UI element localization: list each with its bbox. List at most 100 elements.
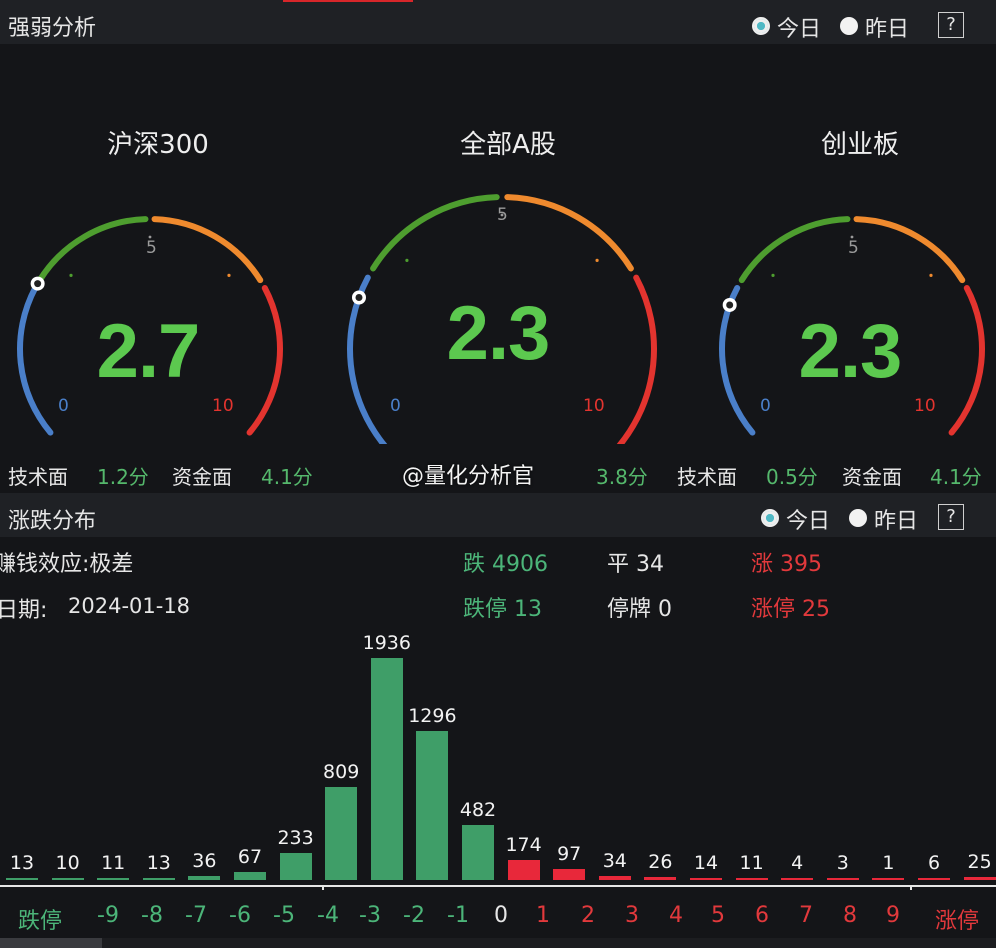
dist-help-icon[interactable]: ?	[938, 504, 964, 530]
x-axis-label: -2	[403, 903, 425, 928]
strength-title: 强弱分析	[8, 16, 97, 41]
bar-value-label: 1936	[362, 632, 411, 654]
tick-dot	[595, 258, 599, 262]
yesterday-radio[interactable]	[840, 17, 858, 35]
chart-bar	[416, 731, 449, 880]
today-label[interactable]: 今日	[777, 11, 821, 43]
dist-today-radio[interactable]	[761, 509, 779, 527]
tick-dot	[771, 273, 775, 277]
gauge-arc-green	[36, 216, 149, 284]
dist-yesterday-label[interactable]: 昨日	[874, 503, 918, 535]
chart-bar	[97, 878, 130, 880]
scrollbar-thumb[interactable]	[0, 938, 102, 948]
chart-bar	[690, 878, 722, 880]
chart-bar	[781, 878, 814, 880]
gauge-title-chinext: 创业板	[820, 130, 899, 160]
gauge-arc-red	[246, 284, 283, 436]
chart-bar	[644, 877, 677, 880]
dist-today-label[interactable]: 今日	[786, 503, 830, 535]
gauge-arc-orange	[151, 216, 264, 284]
x-axis-label: 1	[536, 903, 550, 928]
gauge-max-chinext: 10	[914, 396, 936, 416]
chart-bar	[872, 878, 905, 880]
tick-dot	[405, 258, 409, 262]
chart-bar	[279, 853, 312, 880]
gauge-min-hs300: 0	[58, 396, 69, 416]
chart-bar	[826, 878, 859, 880]
chart-bar	[234, 872, 266, 880]
gauge-arc-green	[370, 194, 500, 272]
help-icon[interactable]: ?	[938, 12, 964, 38]
gauge-arc-green	[738, 216, 851, 284]
horizontal-scrollbar[interactable]	[0, 938, 996, 948]
tech-score-hs300: 1.2分	[97, 465, 149, 489]
gauge-max-hs300: 10	[212, 396, 234, 416]
chart-bar	[598, 876, 631, 880]
gauge-arc-blue	[17, 284, 54, 436]
x-axis-label: 2	[581, 903, 595, 928]
chart-baseline	[0, 885, 996, 887]
x-axis-label: 5	[711, 903, 725, 928]
gauge-max-all-a: 10	[583, 396, 605, 416]
bar-value-label: 1296	[408, 705, 457, 728]
chart-bar	[918, 878, 950, 880]
up-count: 涨 395	[751, 552, 822, 577]
axis-tick	[322, 885, 324, 890]
gauge-min-chinext: 0	[760, 396, 771, 416]
bar-value-label: 482	[459, 798, 497, 821]
gauge-value-hs300: 2.7	[96, 309, 201, 394]
x-axis-label: -3	[359, 903, 381, 928]
date-value: 2024-01-18	[68, 594, 191, 618]
chart-bar	[553, 868, 586, 880]
gauge-arc-red	[948, 284, 985, 436]
x-axis-label: -5	[273, 903, 295, 928]
tick-dot	[69, 273, 73, 277]
fund-score-hs300: 4.1分	[261, 465, 313, 489]
suspended-count: 停牌 0	[607, 597, 672, 622]
x-axis-label: -6	[229, 903, 251, 928]
fund-label-chinext: 资金面	[842, 465, 902, 489]
dist-header	[0, 493, 996, 537]
dist-yesterday-radio[interactable]	[849, 509, 867, 527]
chart-bar	[507, 860, 540, 880]
bar-value-label: 25	[967, 851, 992, 874]
bar-value-label: 233	[277, 827, 314, 850]
fund-score-chinext: 4.1分	[930, 465, 982, 489]
tech-label-chinext: 技术面	[677, 465, 737, 489]
x-axis-label: 涨停	[934, 909, 979, 934]
x-axis-label: 9	[886, 903, 900, 928]
limit-down-count: 跌停 13	[463, 597, 542, 622]
bar-value-label: 809	[323, 761, 360, 784]
gauge-indicator-core	[34, 280, 42, 288]
x-axis-label: 6	[755, 903, 769, 928]
tick-dot	[227, 273, 231, 277]
today-radio[interactable]	[752, 17, 770, 35]
chart-bar	[51, 878, 84, 880]
active-tab-indicator	[283, 0, 413, 2]
gauge-title-all-a: 全部A股	[460, 130, 556, 160]
gauge-title-hs300: 沪深300	[107, 130, 209, 160]
gauge-mid-chinext: 5	[848, 238, 859, 258]
x-axis-label: -7	[185, 903, 207, 928]
gauge-indicator-core	[726, 301, 734, 309]
flat-count: 平 34	[607, 552, 664, 577]
money-effect: 赚钱效应:极差	[0, 552, 134, 577]
gauge-value-all-a: 2.3	[446, 291, 551, 376]
x-axis-label: 跌停	[17, 909, 62, 934]
fund-score-all-a: 3.8分	[596, 465, 648, 489]
tech-score-chinext: 0.5分	[766, 465, 818, 489]
date-label: 日期:	[0, 598, 48, 623]
gauge-min-all-a: 0	[390, 396, 401, 416]
axis-tick	[910, 885, 912, 890]
x-axis-label: -9	[97, 903, 119, 928]
limit-up-count: 涨停 25	[751, 597, 830, 622]
bar-value-label: 67	[237, 846, 263, 869]
x-axis-label: 7	[799, 903, 813, 928]
chart-bar	[963, 877, 996, 880]
yesterday-label[interactable]: 昨日	[865, 11, 909, 43]
gauge-value-chinext: 2.3	[798, 309, 903, 394]
tech-label-hs300: 技术面	[8, 465, 68, 489]
tick-dot	[929, 273, 933, 277]
x-axis-label: 3	[625, 903, 639, 928]
dist-title: 涨跌分布	[8, 509, 97, 534]
